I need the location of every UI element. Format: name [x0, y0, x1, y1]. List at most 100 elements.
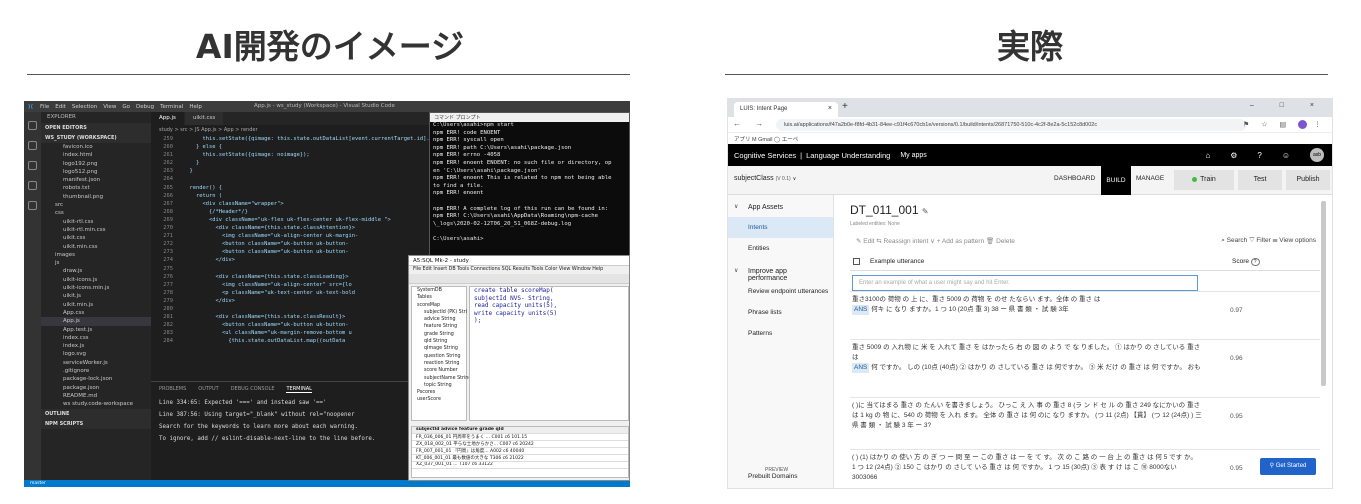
db-tree-item[interactable]: advice String — [412, 316, 466, 323]
explorer-section-npm-scripts[interactable]: NPM SCRIPTS — [41, 418, 151, 429]
grid-row[interactable]: ZX_018_002_01 平らな土地からかさ... C007 c6 20242 — [412, 441, 628, 448]
brand-cognitive-services[interactable]: Cognitive Services — [734, 151, 796, 160]
menu-item[interactable]: File — [40, 104, 49, 110]
publish-button[interactable]: Publish — [1286, 170, 1330, 190]
test-button[interactable]: Test — [1238, 170, 1282, 190]
db-tree-item[interactable]: qId String — [412, 338, 466, 345]
a5sql-editor[interactable]: create table scoreMap(subjectId NVS- Str… — [469, 286, 629, 421]
file-item[interactable]: logo192.png — [41, 160, 151, 168]
vscode-menu[interactable]: File Edit Selection View Go Debug Terminal Help — [40, 104, 208, 110]
smiley-icon[interactable]: ☺ — [1282, 151, 1290, 160]
settings-icon[interactable]: ⚙ — [1230, 151, 1237, 160]
db-tree-item[interactable]: Pscores — [412, 389, 466, 396]
entity-label[interactable]: ANS — [852, 363, 870, 373]
sidebar-item-intents[interactable]: Intents — [728, 217, 833, 238]
file-item[interactable]: uikit-icons.js — [41, 276, 151, 284]
panel-tab[interactable]: DEBUG CONSOLE — [231, 386, 275, 393]
profile-avatar[interactable] — [1298, 120, 1308, 129]
file-item[interactable]: manifest.json — [41, 176, 151, 184]
file-item[interactable]: App.js — [41, 317, 151, 326]
file-item[interactable]: uikit.min.css — [41, 243, 151, 251]
panel-tab[interactable]: TERMINAL — [286, 386, 312, 393]
sidebar-group-improve[interactable]: Improve app performance — [728, 259, 833, 282]
my-apps-link[interactable]: My apps — [900, 152, 926, 159]
file-item[interactable]: package-lock.json — [41, 375, 151, 383]
close-tab-icon[interactable]: × — [828, 105, 832, 112]
file-item[interactable]: uikit-rtl.min.css — [41, 226, 151, 234]
explorer-section-workspace[interactable]: WS_STUDY (WORKSPACE) — [41, 133, 151, 143]
file-item[interactable]: uikit-rtl.css — [41, 218, 151, 226]
git-branch[interactable]: master — [24, 481, 46, 486]
breadcrumb[interactable]: study > src > JS App.js > App > render — [151, 125, 454, 135]
file-item[interactable]: serviceWorker.js — [41, 359, 151, 367]
nav-manage[interactable]: MANAGE — [1136, 175, 1164, 182]
files-icon[interactable] — [28, 121, 37, 130]
explorer-section-open-editors[interactable]: OPEN EDITORS — [41, 123, 151, 133]
menu-item[interactable]: Help — [189, 104, 202, 110]
train-button[interactable]: Train — [1174, 170, 1234, 190]
panel-tab[interactable]: OUTPUT — [198, 386, 218, 393]
file-item[interactable]: index.html — [41, 151, 151, 159]
file-item[interactable]: ws study.code-workspace — [41, 400, 151, 408]
search-filter-toolbar[interactable]: ⌕ Search ▽ Filter ☰ View options — [1221, 237, 1316, 245]
get-started-button[interactable]: ⚲ Get Started — [1260, 458, 1316, 475]
file-item[interactable]: README.md — [41, 392, 151, 400]
grid-row[interactable]: FR_036_006_01 円周率をうまく ... C001 c6 101.15 — [412, 434, 628, 441]
debug-icon[interactable] — [28, 181, 37, 190]
bookmarks-bar[interactable]: アプリ M Gmail ◯ エーペ — [728, 133, 1332, 144]
avatar[interactable]: asb — [1310, 148, 1324, 162]
utterance-toolbar[interactable]: ✎ Edit ⇆ Reassign intent ∨ + Add as patt… — [856, 237, 1015, 245]
window-controls[interactable]: – □ × — [1250, 102, 1326, 109]
new-tab-icon[interactable]: + — [842, 101, 848, 112]
utterance-text[interactable]: ( ) (1) はかり の 使い 方 の ぎ つ ー 問 至 ー この 重さ は… — [852, 453, 1202, 483]
a5sql-result-grid[interactable]: subjectId advice feature grade qId FR_03… — [411, 426, 629, 478]
file-item[interactable]: src — [41, 201, 151, 209]
sidebar-item-review-endpoint[interactable]: Review endpoint utterances — [728, 281, 833, 302]
info-icon[interactable]: ? — [1250, 258, 1260, 266]
file-item[interactable]: package.json — [41, 384, 151, 392]
address-bar[interactable]: luis.ai/applications/f47a2b0e-f8fd-4b31-… — [776, 119, 1246, 131]
db-tree-item[interactable]: qImage String — [412, 345, 466, 352]
brand-language-understanding[interactable]: Language Understanding — [806, 151, 890, 160]
menu-item[interactable]: Edit — [55, 104, 66, 110]
menu-item[interactable]: Debug — [136, 104, 154, 110]
app-selector[interactable]: subjectClass (V 0.1) ∨ — [734, 175, 796, 182]
db-tree-item[interactable]: question String — [412, 353, 466, 360]
browser-tab[interactable]: LUIS: Intent Page × — [734, 102, 838, 117]
panel-tab[interactable]: PROBLEMS — [159, 386, 186, 393]
tab-uikit-css[interactable]: uikit.css — [184, 112, 224, 125]
sidebar-item-prebuilt-domains[interactable]: PREVIEW Prebuilt Domains — [748, 467, 798, 480]
explorer-section-outline[interactable]: OUTLINE — [41, 408, 151, 419]
db-tree-item[interactable]: Tables — [412, 294, 466, 301]
utterance-text[interactable]: ( )に 当てはまる 重さ の たんい を書きましょう。 ひっこ え 入 事 の… — [852, 401, 1202, 431]
file-item[interactable]: js — [41, 259, 151, 267]
grid-row[interactable]: FR_007_001_01 『円周』は角度... A002 c6 40040 — [412, 448, 628, 455]
file-item[interactable]: logo512.png — [41, 168, 151, 176]
db-tree-item[interactable]: userScore — [412, 396, 466, 403]
file-item[interactable]: App.test.js — [41, 326, 151, 334]
file-item[interactable]: css — [41, 209, 151, 217]
db-tree-item[interactable]: reaction String — [412, 360, 466, 367]
sidebar-item-patterns[interactable]: Patterns — [728, 323, 833, 344]
menu-item[interactable]: View — [103, 104, 116, 110]
a5sql-menu[interactable]: File Edit Insert DB Tools Connections SQ… — [409, 266, 629, 274]
scrollbar[interactable] — [1321, 201, 1326, 386]
notification-icon[interactable]: ⌂ — [1205, 151, 1210, 160]
db-tree-item[interactable]: feature String — [412, 323, 466, 330]
extensions-icon[interactable] — [28, 201, 37, 210]
search-icon[interactable] — [28, 141, 37, 150]
db-tree-item[interactable]: topic String — [412, 382, 466, 389]
menu-item[interactable]: Go — [122, 104, 130, 110]
file-item[interactable]: logo.svg — [41, 350, 151, 358]
file-item[interactable]: images — [41, 251, 151, 259]
menu-item[interactable]: Terminal — [160, 104, 183, 110]
nav-dashboard[interactable]: DASHBOARD — [1054, 175, 1095, 182]
file-item[interactable]: uikit.css — [41, 234, 151, 242]
source-control-icon[interactable] — [28, 161, 37, 170]
edit-pencil-icon[interactable]: ✎ — [922, 207, 929, 216]
sidebar-item-phrase-lists[interactable]: Phrase lists — [728, 302, 833, 323]
db-tree-item[interactable]: SystemDB — [412, 287, 466, 294]
select-all-checkbox[interactable] — [853, 258, 860, 265]
file-item[interactable]: thumbnail.png — [41, 193, 151, 201]
browser-right-icons[interactable]: ⚑ ☆ ▤ ⋮ — [1243, 120, 1326, 129]
